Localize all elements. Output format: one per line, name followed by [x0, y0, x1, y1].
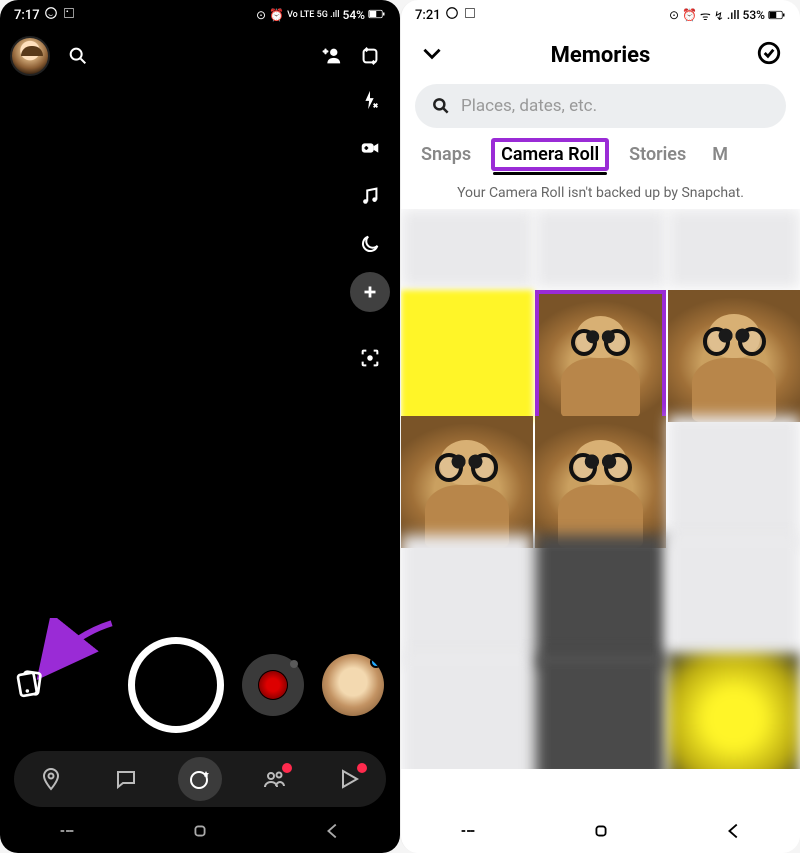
search-placeholder: Places, dates, etc.	[461, 96, 597, 116]
profile-avatar[interactable]	[10, 36, 50, 76]
nav-map[interactable]	[29, 757, 73, 801]
thumbnail[interactable]	[668, 290, 800, 422]
alarm2-icon: ⏰	[269, 8, 284, 22]
alarm-icon: ⊙	[256, 8, 266, 22]
camera-top-bar	[0, 30, 400, 76]
thumbnail[interactable]	[535, 209, 667, 288]
wifi-icon: ᯤ ↯	[700, 7, 724, 24]
thumbnail[interactable]	[401, 209, 533, 288]
lens-filter-2[interactable]	[322, 654, 384, 716]
back-button[interactable]	[322, 820, 344, 846]
memories-header: Memories	[401, 30, 800, 76]
status-bar: 7:17 ⊙ ⏰ Vo LTE 5G .ıll 54%	[0, 0, 400, 30]
status-time: 7:21	[415, 8, 441, 23]
thumbnail[interactable]	[535, 416, 667, 548]
search-input[interactable]: Places, dates, etc.	[415, 84, 786, 128]
network-label: Vo LTE 5G .ıll	[287, 10, 339, 20]
search-button[interactable]	[58, 36, 98, 76]
thumbnail[interactable]	[401, 416, 533, 548]
tab-camera-roll[interactable]: Camera Roll	[495, 136, 605, 175]
battery-icon	[768, 10, 786, 20]
page-title: Memories	[551, 43, 651, 68]
memories-button[interactable]	[14, 667, 50, 703]
backup-notice: Your Camera Roll isn't backed up by Snap…	[401, 175, 800, 209]
scan-button[interactable]	[350, 338, 390, 378]
search-icon	[67, 45, 89, 67]
thumbnail-selected[interactable]	[535, 290, 667, 422]
thumbnail[interactable]	[401, 290, 533, 422]
thumbnail[interactable]	[535, 653, 667, 769]
battery-label: 53%	[743, 8, 765, 22]
pin-icon	[39, 767, 63, 791]
battery-icon	[368, 8, 386, 22]
network-label: .ıll	[727, 8, 740, 22]
memories-icon	[14, 667, 46, 699]
status-time: 7:17	[14, 8, 40, 23]
tab-more[interactable]: M	[710, 136, 730, 175]
image-icon	[62, 6, 76, 24]
flip-icon	[359, 45, 381, 67]
search-icon	[431, 96, 451, 116]
music-icon	[359, 185, 381, 207]
thumbnail[interactable]	[668, 416, 800, 548]
nav-chat[interactable]	[104, 757, 148, 801]
annotation-highlight: Camera Roll	[491, 138, 609, 171]
action-cam-button[interactable]	[350, 128, 390, 168]
thumbnail[interactable]	[668, 535, 800, 667]
home-button[interactable]	[590, 820, 612, 846]
recents-button[interactable]	[56, 820, 78, 846]
flash-off-icon	[359, 89, 381, 111]
thumbnail[interactable]	[401, 535, 533, 667]
add-friend-icon	[320, 45, 342, 67]
nav-spotlight[interactable]	[327, 757, 371, 801]
thumbnail[interactable]	[401, 653, 533, 769]
bottom-nav	[14, 751, 386, 807]
moon-icon	[359, 233, 381, 255]
shutter-button[interactable]	[128, 637, 224, 733]
battery-label: 54%	[343, 8, 365, 22]
thumbnail[interactable]	[668, 209, 800, 288]
music-button[interactable]	[350, 176, 390, 216]
whatsapp-icon	[445, 6, 459, 24]
thumbnail[interactable]	[535, 535, 667, 667]
tab-snaps[interactable]: Snaps	[419, 136, 473, 175]
video-plus-icon	[359, 137, 381, 159]
memories-tabs: Snaps Camera Roll Stories M	[401, 136, 800, 175]
camera-side-toolbar	[348, 80, 392, 378]
snapchat-memories-screen: 7:21 ⊙ ⏰ ᯤ ↯ .ıll 53% Memories Places, d…	[400, 0, 800, 853]
flip-camera-button[interactable]	[350, 36, 390, 76]
collapse-button[interactable]	[419, 40, 445, 70]
camera-bottom-controls	[0, 637, 400, 733]
chevron-down-icon	[419, 40, 445, 66]
thumbnail[interactable]	[668, 653, 800, 769]
lens-filter-1[interactable]	[242, 654, 304, 716]
status-bar: 7:21 ⊙ ⏰ ᯤ ↯ .ıll 53%	[401, 0, 800, 30]
plus-icon	[359, 281, 381, 303]
whatsapp-icon	[44, 6, 58, 24]
tab-stories[interactable]: Stories	[627, 136, 688, 175]
nav-stories[interactable]	[252, 757, 296, 801]
image-icon	[463, 6, 477, 24]
camera-star-icon	[188, 767, 212, 791]
flash-button[interactable]	[350, 80, 390, 120]
camera-roll-grid	[401, 209, 800, 769]
add-friend-button[interactable]	[320, 45, 342, 67]
home-button[interactable]	[189, 820, 211, 846]
notification-dot	[282, 763, 292, 773]
more-tools-button[interactable]	[350, 272, 390, 312]
android-nav-bar	[0, 813, 400, 853]
scan-icon	[359, 347, 381, 369]
back-button[interactable]	[723, 820, 745, 846]
select-button[interactable]	[756, 40, 782, 70]
notification-dot	[357, 763, 367, 773]
snapchat-camera-screen: 7:17 ⊙ ⏰ Vo LTE 5G .ıll 54%	[0, 0, 400, 853]
night-mode-button[interactable]	[350, 224, 390, 264]
chat-icon	[114, 767, 138, 791]
check-circle-icon	[756, 40, 782, 66]
nav-camera[interactable]	[178, 757, 222, 801]
recents-button[interactable]	[457, 820, 479, 846]
android-nav-bar	[401, 813, 800, 853]
